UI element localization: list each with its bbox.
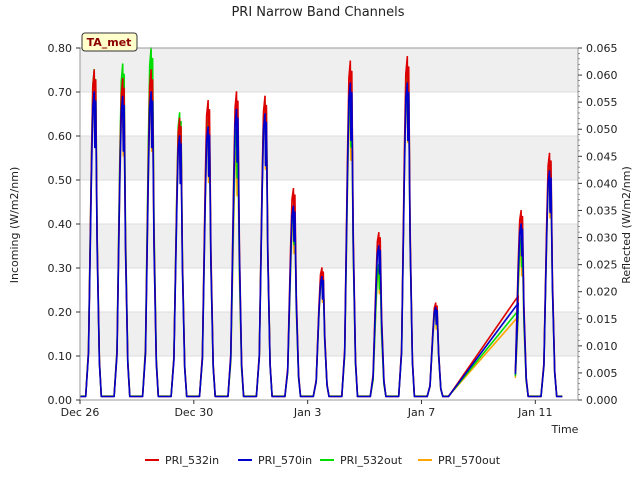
data-point-PRI_532in <box>548 152 551 155</box>
data-point-PRI_570in <box>178 135 181 137</box>
data-point-PRI_532in <box>178 117 181 120</box>
data-point-PRI_532in <box>150 69 152 71</box>
x-tick-label: Jan 11 <box>517 406 552 419</box>
data-point-PRI_532in <box>121 78 124 80</box>
legend-label: PRI_570out <box>438 454 501 467</box>
right-tick-label: 0.010 <box>586 340 618 353</box>
data-point-PRI_532out <box>178 112 181 114</box>
site-badge-label: TA_met <box>87 36 132 49</box>
grid-band <box>80 48 578 92</box>
right-tick-label: 0.005 <box>586 367 618 380</box>
right-tick-label: 0.050 <box>586 123 618 136</box>
data-point-PRI_532in <box>292 188 295 190</box>
left-tick-label: 0.60 <box>48 130 73 143</box>
x-tick-label: Jan 7 <box>407 406 435 419</box>
right-tick-label: 0.020 <box>586 286 618 299</box>
data-point-PRI_570in <box>207 126 209 128</box>
right-tick-label: 0.045 <box>586 150 618 163</box>
x-tick-label: Dec 26 <box>61 406 100 419</box>
data-point-PRI_570in <box>292 205 295 208</box>
data-point-PRI_532in <box>93 69 95 71</box>
legend: PRI_532in PRI_570in PRI_532out PRI_570out <box>145 454 501 467</box>
legend-label: PRI_532in <box>165 454 219 467</box>
data-point-PRI_532in <box>235 91 238 93</box>
chart-title: PRI Narrow Band Channels <box>231 5 404 20</box>
x-tick-label: Jan 3 <box>293 406 321 419</box>
left-tick-label: 0.50 <box>48 174 73 187</box>
right-tick-label: 0.055 <box>586 96 618 109</box>
right-tick-label: 0.025 <box>586 259 618 272</box>
right-tick-label: 0.040 <box>586 177 618 190</box>
legend-label: PRI_532out <box>340 454 403 467</box>
data-point-PRI_570in <box>378 245 380 247</box>
data-point-PRI_532in <box>321 267 323 269</box>
data-point-PRI_532in <box>207 100 209 102</box>
data-point-PRI_570in <box>150 91 152 93</box>
x-tick-label: Dec 30 <box>174 406 213 419</box>
right-tick-label: 0.060 <box>586 69 618 82</box>
data-point-PRI_532in <box>434 302 437 305</box>
data-point-PRI_570in <box>264 113 266 115</box>
legend-label: PRI_570in <box>258 454 312 467</box>
data-point-PRI_570in <box>235 108 238 111</box>
site-badge: TA_met <box>81 32 138 52</box>
chart: 0.000.100.200.300.400.500.600.700.80 0.0… <box>8 5 633 467</box>
data-point-PRI_570in <box>321 276 323 278</box>
left-tick-label: 0.30 <box>48 262 73 275</box>
data-point-PRI_532in <box>520 210 522 212</box>
data-point-PRI_570in <box>548 170 551 172</box>
data-point-PRI_532in <box>264 95 266 98</box>
left-tick-label: 0.20 <box>48 306 73 319</box>
y-axis-right-label: Reflected (W/m2/nm) <box>620 166 633 284</box>
data-point-PRI_570in <box>349 82 352 84</box>
grid-band <box>80 136 578 180</box>
y-axis-left-label: Incoming (W/m2/nm) <box>8 167 21 284</box>
data-point-PRI_532in <box>406 56 409 58</box>
right-tick-label: 0.015 <box>586 313 618 326</box>
right-axis: 0.000 0.005 0.010 0.015 0.020 0.025 0.030 0.035… <box>578 42 618 407</box>
left-tick-label: 0.10 <box>48 350 73 363</box>
right-tick-label: 0.035 <box>586 204 618 217</box>
right-tick-label: 0.030 <box>586 232 618 245</box>
x-axis-label: Time <box>551 423 579 436</box>
left-tick-label: 0.40 <box>48 218 73 231</box>
right-tick-label: 0.065 <box>586 42 618 55</box>
left-tick-label: 0.70 <box>48 86 73 99</box>
data-point-PRI_570in <box>520 223 522 225</box>
left-axis: 0.000.100.200.300.400.500.600.700.80 <box>48 42 80 407</box>
data-point-PRI_570in <box>406 82 409 84</box>
data-point-PRI_532in <box>378 232 380 234</box>
x-axis: Dec 26 Dec 30 Jan 3 Jan 7 Jan 11 <box>61 400 553 419</box>
data-point-PRI_570in <box>93 91 95 93</box>
data-point-PRI_532in <box>349 60 352 62</box>
data-point-PRI_570in <box>434 306 437 309</box>
data-point-PRI_570in <box>121 95 124 98</box>
left-tick-label: 0.80 <box>48 42 73 55</box>
data-point-PRI_532out <box>121 63 124 65</box>
right-tick-label: 0.000 <box>586 394 618 407</box>
